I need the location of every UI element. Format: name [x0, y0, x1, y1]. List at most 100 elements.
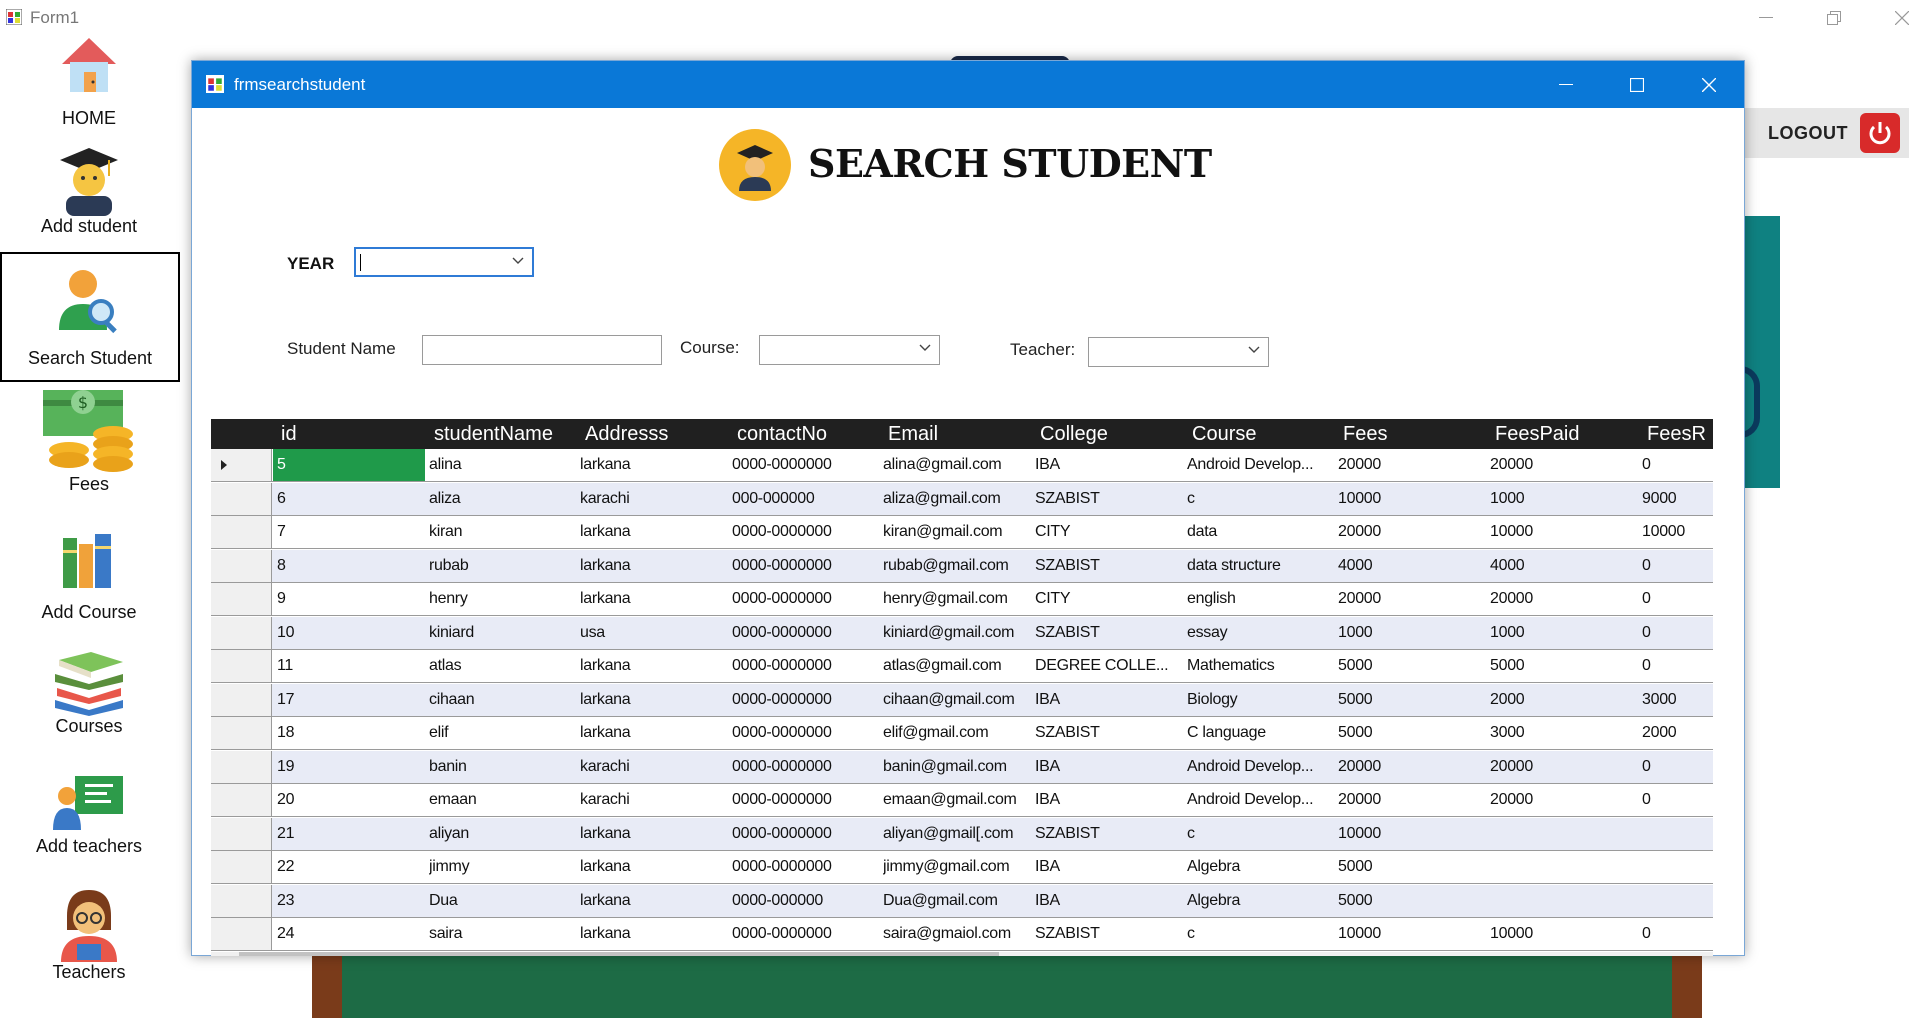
table-cell[interactable]: [1642, 851, 1713, 883]
table-cell[interactable]: Dua@gmail.com: [883, 885, 1023, 917]
table-cell[interactable]: 0000-000000: [732, 885, 872, 917]
table-cell[interactable]: karachi: [580, 751, 720, 783]
table-cell[interactable]: 20000: [1338, 449, 1478, 481]
table-cell[interactable]: 5: [273, 449, 425, 481]
table-cell[interactable]: 5000: [1338, 851, 1478, 883]
table-cell[interactable]: 20000: [1338, 516, 1478, 548]
table-cell[interactable]: IBA: [1035, 751, 1175, 783]
nav-add-teachers[interactable]: Add teachers: [0, 772, 178, 872]
table-cell[interactable]: CITY: [1035, 516, 1175, 548]
column-header[interactable]: Addresss: [585, 419, 668, 449]
table-row[interactable]: 24 saira larkana 0000-0000000 saira@gmaiol.c…: [211, 918, 1713, 951]
table-cell[interactable]: 11: [277, 650, 417, 682]
table-cell[interactable]: [1490, 885, 1630, 917]
main-close-button[interactable]: [1872, 0, 1920, 36]
table-cell[interactable]: 0000-0000000: [732, 516, 872, 548]
column-header[interactable]: id: [281, 419, 297, 449]
table-cell[interactable]: SZABIST: [1035, 483, 1175, 515]
table-cell[interactable]: kiran: [429, 516, 569, 548]
table-cell[interactable]: 0: [1642, 918, 1713, 950]
table-cell[interactable]: SZABIST: [1035, 550, 1175, 582]
nav-add-student[interactable]: Add student: [0, 146, 178, 246]
table-row[interactable]: 22 jimmy larkana 0000-0000000 jimmy@gmail.co…: [211, 851, 1713, 884]
table-cell[interactable]: 4000: [1338, 550, 1478, 582]
table-cell[interactable]: jimmy@gmail.com: [883, 851, 1023, 883]
table-cell[interactable]: Mathematics: [1187, 650, 1327, 682]
table-cell[interactable]: larkana: [580, 851, 720, 883]
table-cell[interactable]: 18: [277, 717, 417, 749]
table-cell[interactable]: 20000: [1338, 751, 1478, 783]
table-cell[interactable]: 0: [1642, 751, 1713, 783]
nav-search-student[interactable]: Search Student: [0, 252, 180, 382]
table-row[interactable]: 11 atlas larkana 0000-0000000 atlas@gmail.co…: [211, 650, 1713, 683]
table-cell[interactable]: Android Develop...: [1187, 449, 1327, 481]
row-header[interactable]: [211, 583, 272, 615]
column-header[interactable]: Fees: [1343, 419, 1387, 449]
table-cell[interactable]: 23: [277, 885, 417, 917]
table-cell[interactable]: 10000: [1338, 918, 1478, 950]
table-cell[interactable]: henry: [429, 583, 569, 615]
table-cell[interactable]: 10000: [1642, 516, 1713, 548]
table-cell[interactable]: alina: [429, 449, 569, 481]
table-cell[interactable]: SZABIST: [1035, 717, 1175, 749]
table-cell[interactable]: Dua: [429, 885, 569, 917]
table-cell[interactable]: IBA: [1035, 684, 1175, 716]
table-cell[interactable]: 0000-0000000: [732, 550, 872, 582]
table-cell[interactable]: aliza: [429, 483, 569, 515]
column-header[interactable]: College: [1040, 419, 1108, 449]
table-cell[interactable]: 3000: [1642, 684, 1713, 716]
table-cell[interactable]: c: [1187, 818, 1327, 850]
table-cell[interactable]: 10000: [1338, 483, 1478, 515]
table-cell[interactable]: larkana: [580, 550, 720, 582]
table-cell[interactable]: 4000: [1490, 550, 1630, 582]
table-row[interactable]: 20 emaan karachi 0000-0000000 emaan@gmail.co…: [211, 784, 1713, 817]
table-cell[interactable]: Android Develop...: [1187, 784, 1327, 816]
table-row[interactable]: 17 cihaan larkana 0000-0000000 cihaan@gmail.…: [211, 683, 1713, 717]
table-cell[interactable]: larkana: [580, 918, 720, 950]
table-cell[interactable]: banin@gmail.com: [883, 751, 1023, 783]
child-minimize-button[interactable]: [1531, 61, 1601, 108]
table-cell[interactable]: saira@gmaiol.com: [883, 918, 1023, 950]
table-cell[interactable]: english: [1187, 583, 1327, 615]
table-cell[interactable]: DEGREE COLLE...: [1035, 650, 1175, 682]
table-row[interactable]: 9 henry larkana 0000-0000000 henry@gmail.com…: [211, 583, 1713, 616]
table-row[interactable]: 8 rubab larkana 0000-0000000 rubab@gmail.com…: [211, 549, 1713, 583]
table-cell[interactable]: larkana: [580, 717, 720, 749]
table-cell[interactable]: banin: [429, 751, 569, 783]
table-cell[interactable]: 5000: [1338, 885, 1478, 917]
table-cell[interactable]: 19: [277, 751, 417, 783]
table-cell[interactable]: 20000: [1490, 583, 1630, 615]
table-cell[interactable]: CITY: [1035, 583, 1175, 615]
table-cell[interactable]: karachi: [580, 784, 720, 816]
table-cell[interactable]: SZABIST: [1035, 818, 1175, 850]
table-cell[interactable]: Android Develop...: [1187, 751, 1327, 783]
table-cell[interactable]: 20000: [1338, 784, 1478, 816]
main-restore-button[interactable]: [1804, 0, 1864, 36]
table-cell[interactable]: 5000: [1338, 684, 1478, 716]
table-cell[interactable]: 17: [277, 684, 417, 716]
table-cell[interactable]: 20000: [1490, 751, 1630, 783]
table-cell[interactable]: 0: [1642, 784, 1713, 816]
table-cell[interactable]: henry@gmail.com: [883, 583, 1023, 615]
table-cell[interactable]: 1000: [1490, 617, 1630, 649]
table-cell[interactable]: elif@gmail.com: [883, 717, 1023, 749]
table-cell[interactable]: usa: [580, 617, 720, 649]
table-cell[interactable]: [1490, 818, 1630, 850]
table-cell[interactable]: alina@gmail.com: [883, 449, 1023, 481]
table-cell[interactable]: kiniard@gmail.com: [883, 617, 1023, 649]
column-header[interactable]: FeesPaid: [1495, 419, 1580, 449]
table-row[interactable]: 19 banin karachi 0000-0000000 banin@gmail.co…: [211, 750, 1713, 784]
table-cell[interactable]: 0000-0000000: [732, 851, 872, 883]
table-cell[interactable]: [1642, 818, 1713, 850]
table-cell[interactable]: [1490, 851, 1630, 883]
table-cell[interactable]: 9: [277, 583, 417, 615]
table-cell[interactable]: emaan: [429, 784, 569, 816]
nav-courses[interactable]: Courses: [0, 650, 178, 748]
table-cell[interactable]: 3000: [1490, 717, 1630, 749]
table-cell[interactable]: atlas: [429, 650, 569, 682]
table-cell[interactable]: 1000: [1490, 483, 1630, 515]
course-combobox[interactable]: [759, 335, 940, 365]
table-cell[interactable]: data structure: [1187, 550, 1327, 582]
table-cell[interactable]: aliyan@gmail[.com: [883, 818, 1023, 850]
table-cell[interactable]: 0000-0000000: [732, 751, 872, 783]
